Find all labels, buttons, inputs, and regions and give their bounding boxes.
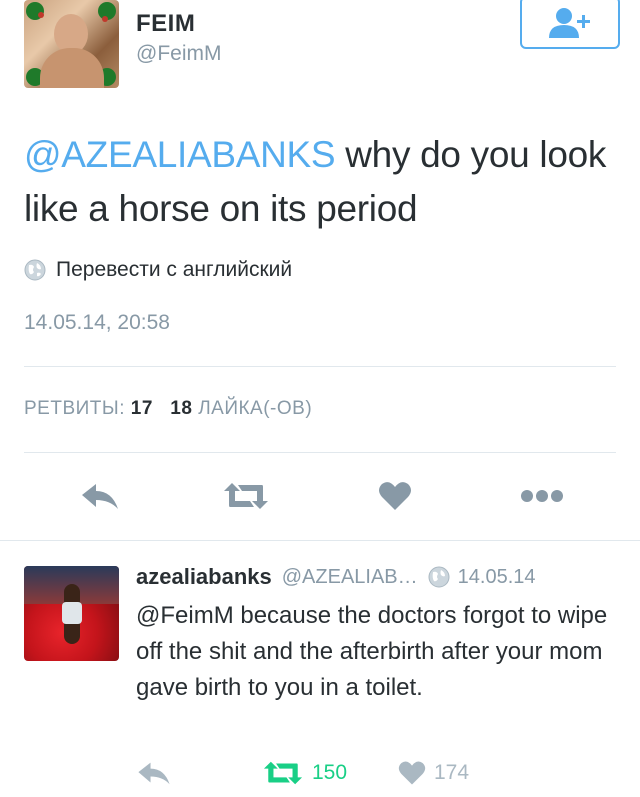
author-name[interactable]: FEIM [136, 10, 195, 38]
divider [24, 366, 616, 367]
likes-count[interactable]: 18 [170, 398, 192, 419]
tweet-timestamp[interactable]: 14.05.14, 20:58 [24, 311, 170, 335]
heart-icon [379, 482, 411, 510]
reply-text: @FeimM because the doctors forgot to wip… [136, 602, 608, 701]
retweet-icon [263, 761, 303, 785]
translate-label: Перевести с английский [56, 258, 293, 281]
retweets-label[interactable]: РЕТВИТЫ: [24, 398, 125, 419]
retweets-count[interactable]: 17 [131, 398, 153, 419]
berry-decoration [38, 12, 44, 18]
like-button[interactable] [378, 478, 412, 514]
reply-retweet-count: 150 [312, 761, 348, 784]
reply-author-handle[interactable]: @AZEALIAB… [282, 566, 418, 589]
reply-like-count: 174 [434, 761, 470, 784]
reply-like-button[interactable]: 174 [398, 760, 469, 786]
more-button[interactable] [520, 478, 564, 514]
author-handle[interactable]: @FeimM [136, 42, 221, 66]
globe-icon [428, 566, 450, 588]
reply-reply-button[interactable] [136, 760, 172, 786]
divider [0, 540, 640, 541]
add-user-icon [549, 7, 590, 38]
reply-author-avatar[interactable] [24, 566, 119, 661]
reply-icon [138, 762, 170, 785]
more-icon [521, 490, 563, 502]
tweet-text: @AZEALIABANKS why do you look like a hor… [24, 128, 624, 236]
reply-icon [82, 484, 118, 509]
author-avatar[interactable] [24, 0, 119, 88]
reply-retweet-button[interactable]: 150 [262, 760, 347, 786]
retweet-icon [224, 483, 268, 509]
follow-button[interactable] [520, 0, 620, 49]
globe-icon [24, 259, 46, 281]
likes-label[interactable]: ЛАЙКА(-ОВ) [198, 398, 312, 419]
tweet-stats: РЕТВИТЫ: 17 18 ЛАЙКА(-ОВ) [24, 398, 312, 420]
retweet-button[interactable] [222, 478, 270, 514]
berry-decoration [102, 16, 108, 22]
avatar-body [40, 48, 104, 88]
reply-author-name[interactable]: azealiabanks [136, 564, 272, 590]
reply-date[interactable]: 14.05.14 [458, 566, 536, 589]
avatar-outfit [62, 602, 82, 624]
heart-icon [398, 761, 426, 785]
reply-button[interactable] [80, 478, 120, 514]
divider [24, 452, 616, 453]
mention-link[interactable]: @AZEALIABANKS [24, 134, 336, 175]
reply-header: azealiabanks @AZEALIAB… 14.05.14 [136, 564, 536, 590]
translate-link[interactable]: Перевести с английский [24, 258, 292, 282]
